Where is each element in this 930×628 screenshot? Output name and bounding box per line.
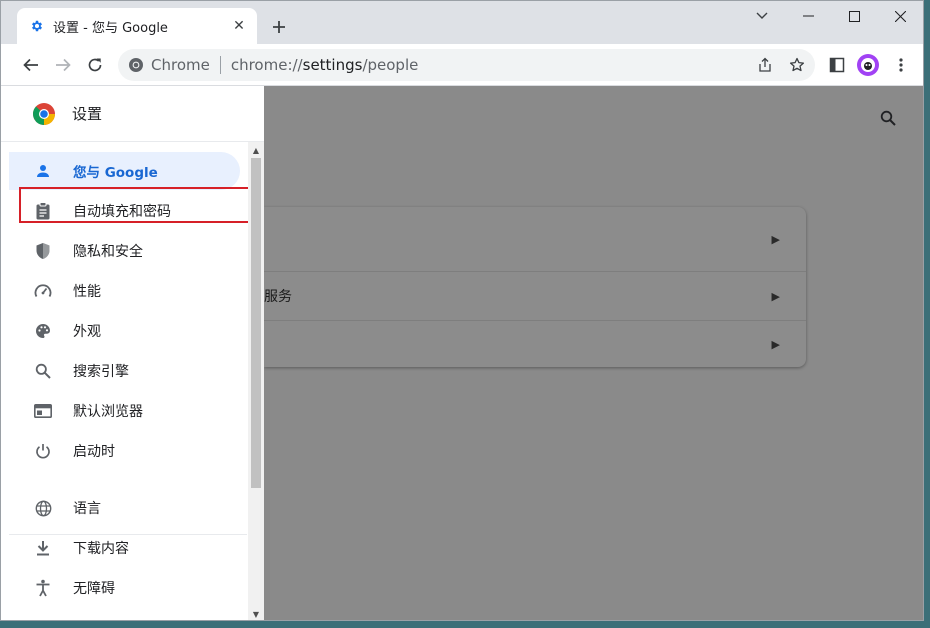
search-icon [33,361,53,381]
scroll-thumb[interactable] [251,158,261,488]
back-button[interactable] [17,51,45,79]
profile-avatar[interactable] [857,54,879,76]
nav-label: 下载内容 [73,541,129,557]
nav-label: 性能 [73,284,101,300]
side-panel-icon [829,57,845,73]
maximize-icon [848,10,860,22]
globe-icon [33,498,53,518]
drawer-title: 设置 [72,105,103,123]
tab-title: 设置 - 您与 Google [53,20,168,36]
tab-settings[interactable]: 设置 - 您与 Google ✕ [17,8,257,44]
shield-icon [33,241,53,261]
share-icon [759,57,771,72]
nav-label: 搜索引擎 [73,364,129,380]
nav-label: 启动时 [73,444,115,460]
tab-search-button[interactable] [739,1,785,31]
arrow-left-icon [23,58,38,72]
browser-window: 设置 - 您与 Google ✕ Chrome chrome://setting… [0,0,924,621]
chevron-right-icon: ▶ [771,337,780,351]
download-icon [33,538,53,558]
site-chip[interactable]: Chrome [128,49,210,81]
bookmark-button[interactable] [783,51,811,79]
nav-item-appearance[interactable]: 外观 [9,312,240,350]
chevron-right-icon: ▶ [771,232,780,246]
address-bar[interactable]: Chrome chrome://settings/people [118,49,815,81]
nav-item-accessibility[interactable]: 无障碍 [9,569,240,607]
nav-label: 无障碍 [73,581,115,597]
scroll-up-arrow-icon[interactable]: ▲ [248,142,264,158]
nav-item-search-engine[interactable]: 搜索引擎 [9,352,240,390]
annotation-highlight-box [19,187,252,223]
maximize-button[interactable] [831,1,877,31]
nav-item-privacy[interactable]: 隐私和安全 [9,232,240,270]
people-card: ▶ 服务 ▶ ▶ [264,207,806,367]
menu-button[interactable] [887,51,915,79]
close-window-button[interactable] [877,1,923,31]
search-icon [880,110,896,126]
nav-item-default-browser[interactable]: 默认浏览器 [9,392,240,430]
card-row[interactable]: 服务 ▶ [264,271,806,320]
more-vert-icon [899,58,903,72]
drawer-scrollbar[interactable]: ▲ ▼ [248,142,264,620]
settings-drawer: 设置 您与 Google 自动填充和密码 隐私和安全 性能 外观 搜索引擎 默认… [1,86,264,620]
chevron-right-icon: ▶ [771,289,780,303]
avatar-icon [861,58,875,72]
chrome-logo-icon [32,102,56,126]
nav-label: 您与 Google [73,165,158,181]
chevron-down-icon [756,12,768,19]
share-button[interactable] [751,51,779,79]
browser-icon [33,401,53,421]
accessibility-icon [33,578,53,598]
scroll-down-arrow-icon[interactable]: ▼ [248,606,264,620]
tab-close-icon[interactable]: ✕ [229,16,249,36]
url-host: settings [302,56,363,74]
person-icon [33,161,53,181]
close-icon [894,10,906,22]
card-row[interactable]: ▶ [264,207,806,271]
minimize-button[interactable] [785,1,831,31]
side-panel-button[interactable] [823,51,851,79]
nav-item-downloads[interactable]: 下载内容 [9,529,240,567]
settings-search-button[interactable] [876,106,900,130]
nav-label: 隐私和安全 [73,244,143,260]
nav-label: 外观 [73,324,101,340]
card-row-text: 服务 [264,289,292,305]
url-path: /people [362,56,419,74]
url-text[interactable]: chrome://settings/people [231,56,419,74]
omnibox-divider [219,56,221,74]
url-scheme: chrome:// [230,56,303,74]
palette-icon [33,321,53,341]
minimize-icon [802,15,814,17]
forward-button[interactable] [49,51,77,79]
nav-item-performance[interactable]: 性能 [9,272,240,310]
nav-item-you-and-google[interactable]: 您与 Google [9,152,240,190]
chrome-logo-icon [128,57,144,73]
tab-strip: 设置 - 您与 Google ✕ [1,1,923,44]
toolbar: Chrome chrome://settings/people [1,44,923,86]
nav-item-languages[interactable]: 语言 [9,489,240,527]
power-icon [33,441,53,461]
star-icon [789,57,805,72]
reload-icon [88,58,102,72]
new-tab-button[interactable] [267,15,291,39]
nav-item-on-startup[interactable]: 启动时 [9,432,240,470]
nav-label: 默认浏览器 [73,404,143,420]
reload-button[interactable] [81,51,109,79]
plus-icon [273,21,285,33]
site-chip-label: Chrome [151,56,210,74]
gear-icon [29,18,45,34]
drawer-header: 设置 [1,86,264,142]
nav-label: 语言 [73,501,101,517]
speedometer-icon [33,281,53,301]
arrow-right-icon [56,58,71,72]
card-row[interactable]: ▶ [264,320,806,367]
